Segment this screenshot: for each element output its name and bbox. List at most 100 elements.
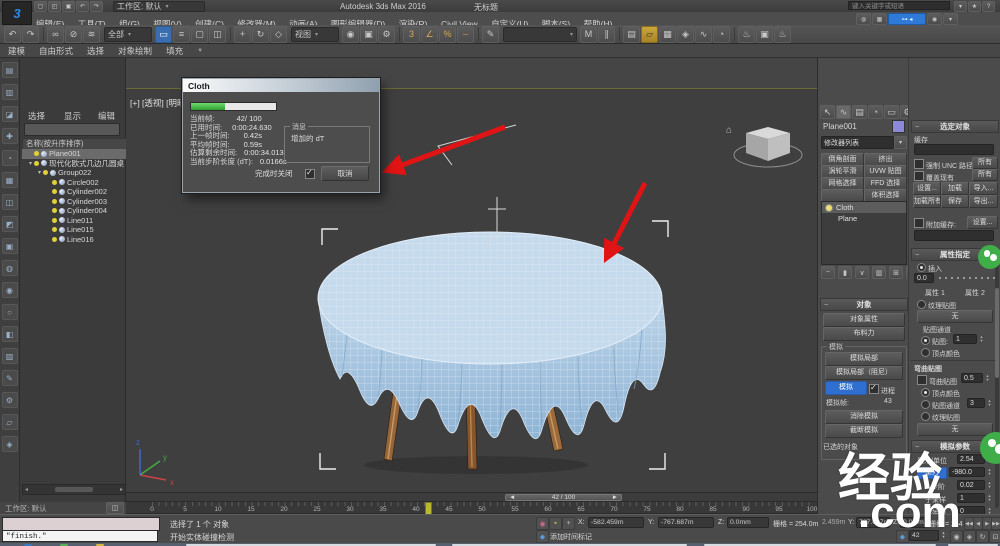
favorites-star-icon[interactable]: ★: [968, 1, 981, 12]
cm-unit-field[interactable]: 2.54: [957, 454, 985, 464]
ribbon-toggle-icon[interactable]: ▦: [659, 26, 676, 43]
spinner-icon[interactable]: ▴▾: [986, 507, 993, 514]
scrollbar-thumb[interactable]: [995, 288, 999, 378]
explorer-filter-icon[interactable]: ▨: [2, 348, 18, 364]
select-and-manipulate-icon[interactable]: ▣: [360, 26, 377, 43]
gravity-button[interactable]: 重力: [917, 467, 947, 479]
tree-item-group[interactable]: ▾ 现代化欧式几边几圆桌: [22, 159, 129, 169]
reference-coordinate-dropdown[interactable]: 视图▾: [291, 27, 339, 42]
progress-checkbox-row[interactable]: 进程: [869, 384, 895, 396]
mirror-icon[interactable]: M: [580, 26, 597, 43]
spinner-icon[interactable]: ▴▾: [986, 399, 993, 407]
save-button[interactable]: 保存: [941, 195, 969, 208]
rollout-object[interactable]: − 对象: [820, 298, 908, 311]
spinner-icon[interactable]: ▴▾: [986, 468, 993, 476]
step-field[interactable]: 0.02: [957, 480, 985, 490]
explorer-filter-icon[interactable]: ⚙: [2, 392, 18, 408]
dialog-title-bar[interactable]: Cloth: [183, 79, 379, 92]
texture-map2-radio-row[interactable]: 纹理贴图: [921, 412, 960, 423]
undo-icon[interactable]: ↶: [76, 1, 89, 12]
truncate-simulation-button[interactable]: 截断模拟: [825, 424, 903, 438]
object-name-field[interactable]: Plane001: [823, 122, 857, 131]
y-coord-field[interactable]: -767.687m: [658, 517, 714, 528]
rectangular-selection-region-icon[interactable]: ▢: [191, 26, 208, 43]
selection-filter-dropdown[interactable]: 全部▾: [104, 27, 152, 42]
scroll-right-icon[interactable]: ▸: [120, 486, 123, 493]
start-frame-field[interactable]: 0: [957, 506, 985, 514]
spinner-icon[interactable]: ▴▾: [984, 374, 991, 382]
ribbon-tab-populate[interactable]: 填充: [166, 45, 183, 57]
map-radio[interactable]: [921, 336, 930, 345]
simulate-local-damped-button[interactable]: 模拟局部（阻尼）: [825, 366, 903, 380]
explorer-menu-edit[interactable]: 编辑: [98, 110, 115, 122]
tab-utilities-icon[interactable]: ⚙: [900, 105, 908, 119]
explorer-filter-icon[interactable]: ◈: [2, 436, 18, 452]
panel-scrollbar[interactable]: [995, 258, 999, 508]
spinner-snap-icon[interactable]: ⌣: [457, 26, 474, 43]
vertex-color2-radio-row[interactable]: 顶点颜色: [921, 388, 960, 399]
keyboard-shortcut-override-icon[interactable]: ⚙: [378, 26, 395, 43]
schematic-view-icon[interactable]: ∿: [695, 26, 712, 43]
isolate-selection-icon[interactable]: ◉: [536, 517, 549, 530]
lightbulb-icon[interactable]: [825, 204, 833, 212]
current-frame-field[interactable]: 42: [909, 530, 939, 541]
layer-manager-icon[interactable]: ▤: [623, 26, 640, 43]
simulate-button[interactable]: 模拟: [825, 381, 867, 395]
tree-item-group022[interactable]: ▾ Group022: [22, 168, 138, 178]
map-channel2-radio[interactable]: [921, 400, 930, 409]
spinner-icon[interactable]: ▴▾: [978, 335, 985, 343]
infocenter-search-input[interactable]: 键入关键字或短语: [848, 1, 950, 10]
curve-editor-icon[interactable]: ◈: [677, 26, 694, 43]
configure-modifier-sets-icon[interactable]: ⊞: [889, 266, 903, 279]
explorer-filter-icon[interactable]: ◧: [2, 326, 18, 342]
select-and-rotate-icon[interactable]: ↻: [252, 26, 269, 43]
bend-none-button[interactable]: 无: [917, 423, 993, 436]
undo-toolbar-icon[interactable]: ↶: [4, 26, 21, 43]
scroll-left-icon[interactable]: ◂: [25, 486, 28, 493]
redo-toolbar-icon[interactable]: ↷: [22, 26, 39, 43]
vertex-color2-radio[interactable]: [921, 388, 930, 397]
show-end-result-icon[interactable]: ▮: [838, 266, 852, 279]
time-slider-thumb[interactable]: ◄ 42 / 100 ►: [505, 494, 622, 501]
all-button-2[interactable]: 所有: [972, 169, 998, 181]
progress-checkbox[interactable]: [869, 384, 879, 394]
viewcube-home-icon[interactable]: ⌂: [726, 125, 732, 136]
ribbon-tab-object-paint[interactable]: 对象绘制: [118, 45, 152, 57]
set-button[interactable]: 设置...: [913, 182, 941, 195]
remove-modifier-icon[interactable]: ▥: [872, 266, 886, 279]
map-radio-row[interactable]: 贴图:: [921, 336, 948, 347]
explorer-search-input[interactable]: [24, 123, 120, 136]
unlink-selection-icon[interactable]: ⊘: [65, 26, 82, 43]
object-color-swatch[interactable]: [892, 120, 905, 133]
bind-to-space-warp-icon[interactable]: ≋: [83, 26, 100, 43]
apps-icon[interactable]: ▦: [872, 13, 887, 25]
tab-motion-icon[interactable]: ◔: [868, 105, 883, 119]
save-icon[interactable]: ▣: [62, 1, 75, 12]
spinner-icon[interactable]: ▴▾: [986, 455, 993, 463]
selection-lock-icon[interactable]: ▪: [549, 517, 562, 530]
erase-simulation-button[interactable]: 消除模拟: [825, 410, 903, 424]
absolute-mode-transform-icon[interactable]: +: [562, 517, 575, 530]
time-slider-track[interactable]: ◄ 42 / 100 ►: [126, 492, 817, 502]
select-by-name-icon[interactable]: ≡: [173, 26, 190, 43]
explorer-menu-display[interactable]: 显示: [64, 110, 81, 122]
interp-radio[interactable]: [917, 263, 926, 272]
scrollbar-thumb[interactable]: [55, 487, 93, 492]
maximize-viewport-icon[interactable]: ⊡: [989, 530, 1000, 543]
modifier-list-dropdown[interactable]: 修改器列表: [821, 136, 894, 149]
export-button[interactable]: 导出...: [969, 195, 998, 208]
bend-map-field[interactable]: 0.5: [961, 373, 983, 383]
gravity-field[interactable]: -980.0: [949, 467, 985, 477]
max-logo[interactable]: 3: [2, 1, 32, 25]
zoom-extents-icon[interactable]: ◉: [950, 530, 963, 543]
open-mini-curve-editor-icon[interactable]: ◫: [106, 502, 124, 514]
use-pivot-center-icon[interactable]: ◉: [342, 26, 359, 43]
go-to-end-icon[interactable]: ▶▶: [991, 517, 1000, 530]
z-coord-field[interactable]: 0.0mm: [727, 517, 769, 528]
map-channel2-radio-row[interactable]: 贴图通道: [921, 400, 960, 411]
append-set-button[interactable]: 设置...: [967, 216, 998, 229]
angle-snap-icon[interactable]: ∠: [421, 26, 438, 43]
tab-modify-icon[interactable]: ∿: [836, 105, 851, 119]
tab-create-icon[interactable]: ↖: [820, 105, 835, 119]
render-production-icon[interactable]: ♨: [774, 26, 791, 43]
